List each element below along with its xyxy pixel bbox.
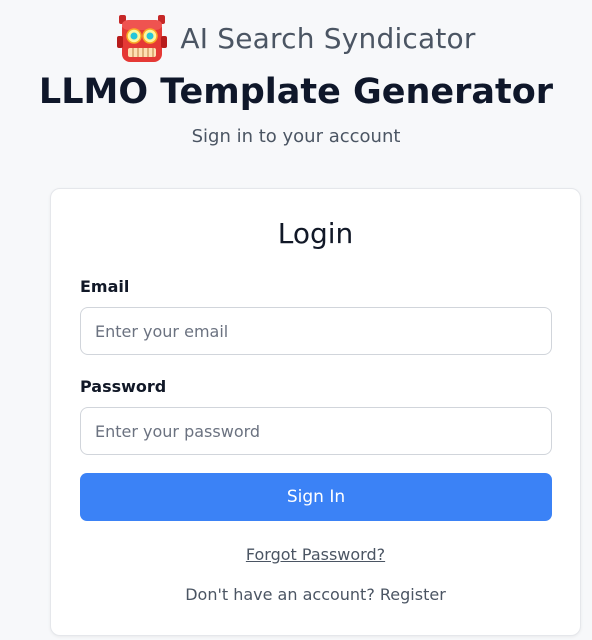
forgot-password-row: Forgot Password? [51, 545, 580, 564]
login-title: Login [277, 217, 354, 250]
brand-header: AI Search Syndicator [0, 12, 592, 64]
register-prompt: Don't have an account? [185, 585, 380, 604]
page-title: LLMO Template Generator [38, 72, 554, 112]
password-label: Password [80, 377, 167, 396]
page-subtitle: Sign in to your account [191, 126, 401, 147]
login-card: Login Email Password Sign In Forgot Pass… [50, 188, 581, 636]
robot-icon [116, 12, 168, 64]
password-field[interactable] [80, 407, 552, 455]
register-row: Don't have an account? Register [51, 585, 580, 604]
brand-name: AI Search Syndicator [180, 21, 476, 55]
email-label: Email [80, 277, 130, 296]
email-field[interactable] [80, 307, 552, 355]
login-page: AI Search Syndicator LLMO Template Gener… [0, 0, 592, 640]
register-link[interactable]: Register [380, 585, 446, 604]
sign-in-button[interactable]: Sign In [80, 473, 552, 521]
forgot-password-link[interactable]: Forgot Password? [246, 545, 385, 564]
